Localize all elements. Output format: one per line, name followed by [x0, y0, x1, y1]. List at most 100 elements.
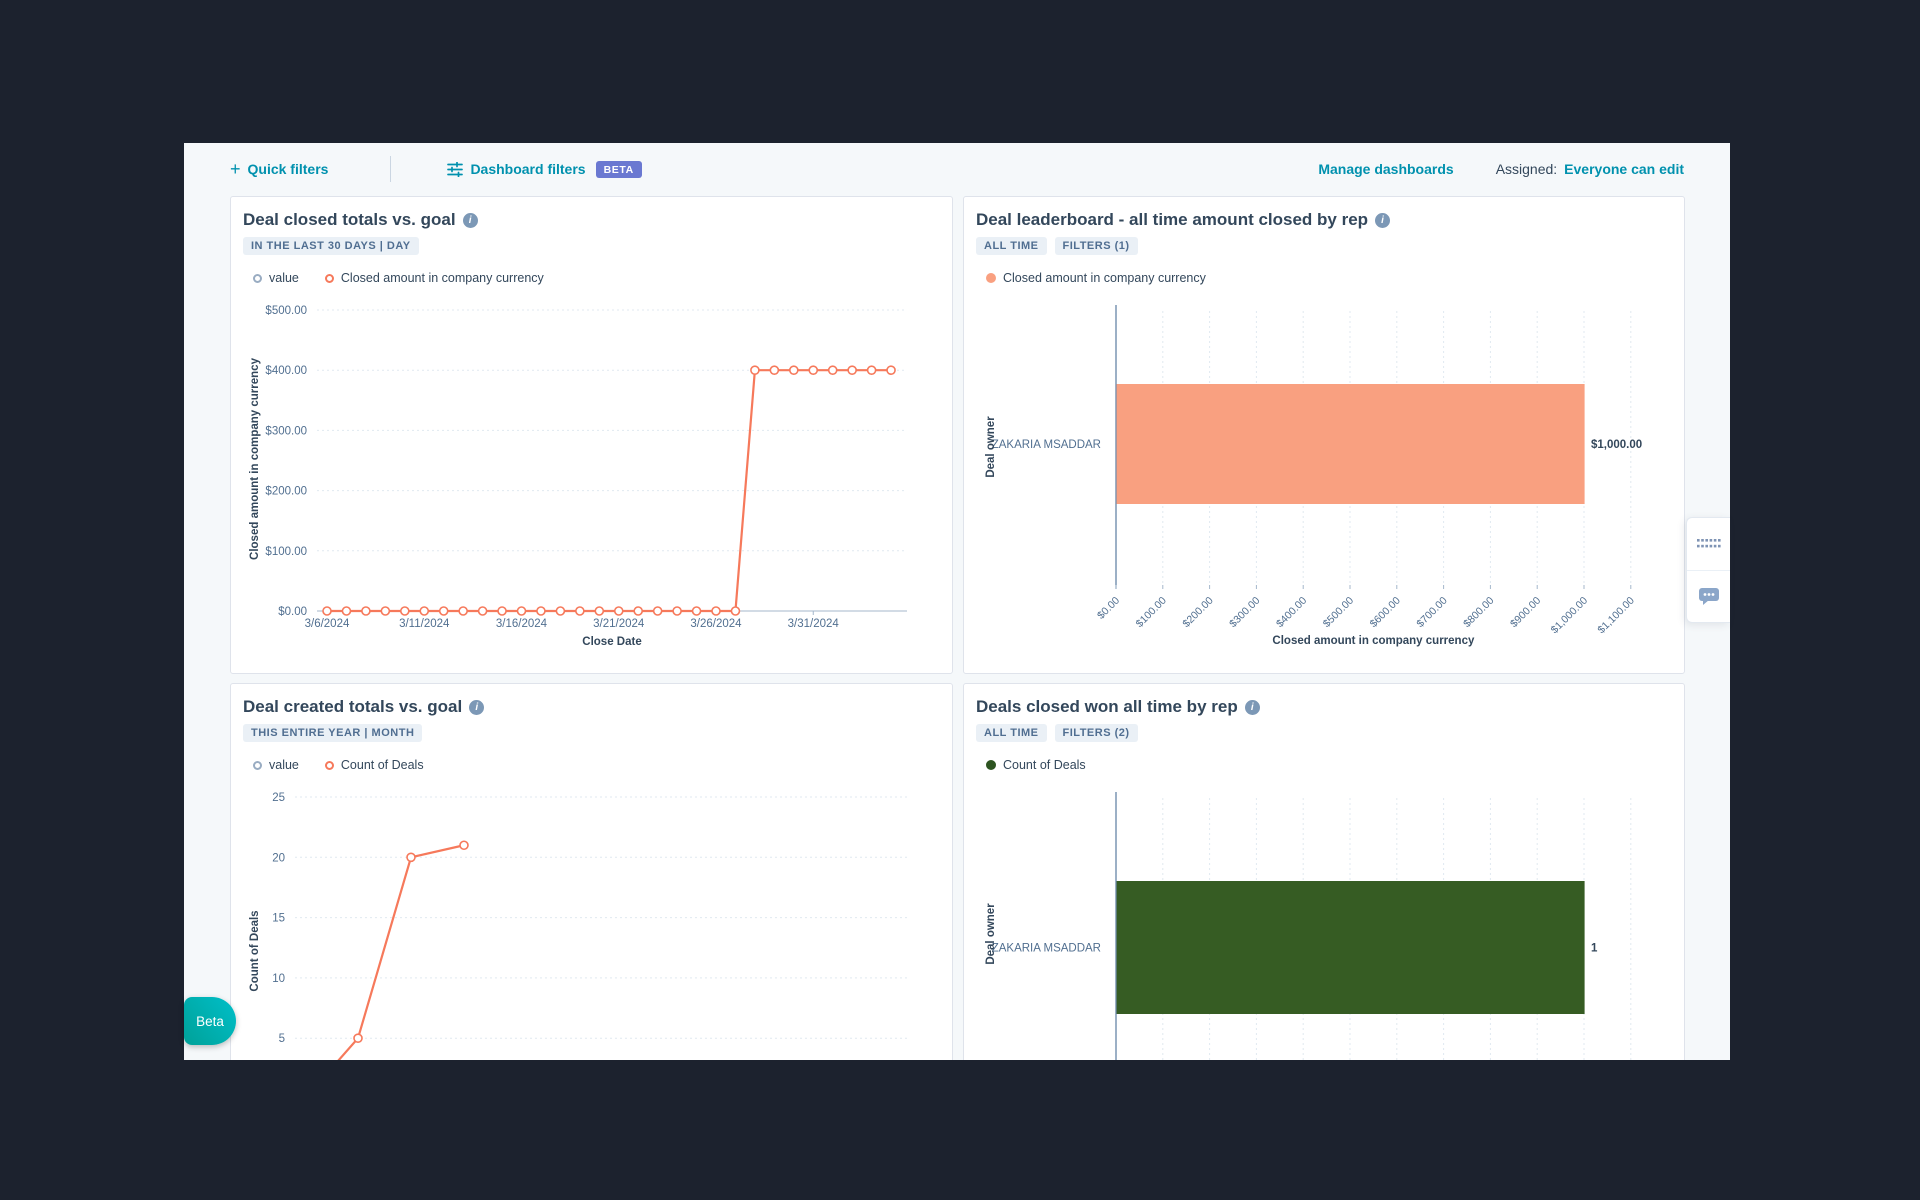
legend-item[interactable]: Closed amount in company currency	[986, 271, 1206, 285]
beta-feedback-pill[interactable]: Beta	[184, 997, 236, 1045]
info-icon[interactable]: i	[469, 699, 485, 715]
svg-text:Deal owner: Deal owner	[985, 903, 997, 965]
report-card-deals-closed-won: Deals closed won all time by rep i ALL T…	[963, 683, 1685, 1060]
svg-text:ZAKARIA MSADDAR: ZAKARIA MSADDAR	[992, 943, 1101, 955]
drag-handle-button[interactable]	[1687, 518, 1730, 570]
card-header: Deal created totals vs. goal i THIS ENTI…	[231, 684, 952, 772]
svg-text:$1,000.00: $1,000.00	[1591, 439, 1642, 451]
data-point[interactable]	[847, 365, 857, 375]
data-point[interactable]	[866, 365, 877, 375]
svg-text:1: 1	[1591, 943, 1598, 955]
svg-text:Closed amount in company curre: Closed amount in company currency	[249, 357, 261, 560]
report-title-text: Deal created totals vs. goal	[243, 697, 463, 716]
data-point[interactable]	[406, 852, 416, 863]
svg-text:$100.00: $100.00	[1134, 595, 1169, 630]
legend-marker	[324, 760, 334, 770]
data-point[interactable]	[477, 606, 488, 616]
data-point[interactable]	[750, 365, 760, 375]
report-title: Deals closed won all time by rep i	[976, 697, 1672, 717]
data-point[interactable]	[458, 606, 468, 616]
legend-item[interactable]: value	[253, 271, 299, 285]
svg-text:$1,100.00: $1,100.00	[1595, 595, 1637, 637]
info-icon[interactable]: i	[1375, 212, 1391, 228]
data-point[interactable]	[341, 606, 352, 616]
data-point[interactable]	[438, 606, 449, 616]
data-point[interactable]	[555, 606, 566, 616]
data-point[interactable]	[400, 606, 410, 616]
info-icon[interactable]: i	[462, 212, 478, 228]
quick-filters-label: Quick filters	[247, 161, 329, 177]
data-point[interactable]	[769, 365, 780, 375]
dashboard-toolbar: + Quick filters Dashboard filters BETA M…	[230, 143, 1684, 195]
comments-button[interactable]	[1687, 571, 1730, 623]
report-title-text: Deals closed won all time by rep	[976, 697, 1238, 716]
data-point[interactable]	[380, 606, 391, 616]
filters-badge: FILTERS (1)	[1054, 237, 1138, 255]
data-point[interactable]	[536, 606, 546, 616]
report-title: Deal closed totals vs. goal i	[243, 210, 940, 230]
manage-dashboards-link[interactable]: Manage dashboards	[1318, 161, 1453, 177]
report-title-text: Deal leaderboard - all time amount close…	[976, 210, 1369, 229]
svg-text:$500.00: $500.00	[265, 305, 307, 317]
dashboard-filters-button[interactable]: Dashboard filters	[447, 161, 586, 177]
line-series	[327, 369, 892, 613]
data-point[interactable]	[516, 606, 527, 616]
comment-bubble-icon	[1698, 587, 1720, 606]
data-point[interactable]	[575, 606, 585, 616]
legend-item[interactable]: Count of Deals	[986, 758, 1086, 772]
report-card-deal-leaderboard: Deal leaderboard - all time amount close…	[963, 196, 1685, 674]
chart-legend: value Closed amount in company currency	[253, 271, 940, 285]
quick-filters-button[interactable]: + Quick filters	[230, 160, 329, 178]
side-toolbar	[1686, 517, 1730, 623]
date-range-badge: IN THE LAST 30 DAYS | DAY	[243, 237, 419, 255]
data-point[interactable]	[730, 606, 741, 616]
svg-text:ZAKARIA MSADDAR: ZAKARIA MSADDAR	[992, 439, 1101, 451]
data-point[interactable]	[322, 606, 332, 616]
data-point[interactable]	[361, 606, 371, 616]
data-point[interactable]	[886, 365, 896, 375]
badge-row: THIS ENTIRE YEAR | MONTH	[243, 724, 940, 742]
badge-row: ALL TIME FILTERS (1)	[976, 237, 1672, 255]
chart-legend: Closed amount in company currency	[986, 271, 1672, 285]
legend-item[interactable]: Closed amount in company currency	[324, 271, 544, 285]
svg-text:$300.00: $300.00	[1227, 595, 1262, 630]
data-point[interactable]	[691, 606, 702, 616]
data-point[interactable]	[788, 365, 799, 375]
svg-text:$100.00: $100.00	[265, 546, 307, 558]
grid-dots-icon	[1696, 538, 1721, 549]
svg-text:Close Date: Close Date	[582, 636, 641, 648]
line-series	[337, 844, 465, 1060]
badge-row: ALL TIME FILTERS (2)	[976, 724, 1672, 742]
data-point[interactable]	[459, 840, 469, 851]
data-point[interactable]	[827, 365, 838, 375]
bar[interactable]	[1116, 384, 1585, 504]
data-point[interactable]	[594, 606, 605, 616]
dashboard-content: + Quick filters Dashboard filters BETA M…	[184, 143, 1730, 1060]
data-point[interactable]	[419, 606, 430, 616]
date-range-badge: THIS ENTIRE YEAR | MONTH	[243, 724, 423, 742]
svg-text:Count of Deals: Count of Deals	[249, 910, 261, 991]
assigned-value-link[interactable]: Everyone can edit	[1564, 161, 1684, 177]
card-header: Deal leaderboard - all time amount close…	[964, 197, 1684, 285]
legend-item[interactable]: Count of Deals	[324, 758, 424, 772]
legend-label: Count of Deals	[340, 758, 424, 772]
data-point[interactable]	[633, 606, 644, 616]
data-point[interactable]	[808, 365, 819, 375]
data-point[interactable]	[613, 606, 624, 616]
legend-item[interactable]: value	[253, 758, 299, 772]
card-header: Deals closed won all time by rep i ALL T…	[964, 684, 1684, 772]
svg-text:Deal owner: Deal owner	[985, 416, 997, 478]
svg-text:20: 20	[272, 852, 285, 864]
svg-text:5: 5	[279, 1033, 285, 1045]
info-icon[interactable]: i	[1244, 699, 1260, 715]
legend-marker	[253, 760, 262, 770]
data-point[interactable]	[672, 606, 682, 616]
data-point[interactable]	[711, 606, 721, 616]
bar[interactable]	[1116, 881, 1585, 1014]
data-point[interactable]	[497, 606, 507, 616]
data-point[interactable]	[652, 606, 663, 616]
svg-text:10: 10	[272, 973, 285, 985]
dashboard-filters-label: Dashboard filters	[470, 161, 586, 177]
card-header: Deal closed totals vs. goal i IN THE LAS…	[231, 197, 952, 285]
data-point[interactable]	[353, 1033, 363, 1044]
